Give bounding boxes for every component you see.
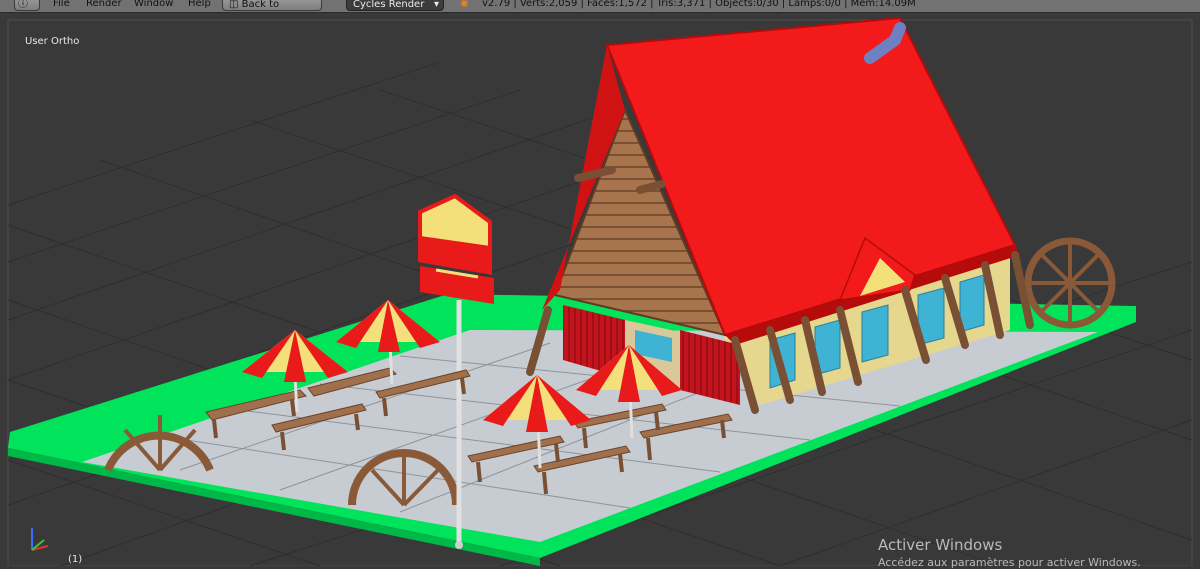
blender-logo-icon: ◉ (460, 0, 469, 9)
chevron-down-icon: ▾ (433, 0, 439, 10)
activation-watermark-title: Activer Windows (878, 536, 1003, 554)
menu-render[interactable]: Render (86, 0, 122, 10)
menu-window[interactable]: Window (134, 0, 173, 10)
back-icon: ◫ (229, 0, 242, 10)
menu-file[interactable]: File (53, 0, 70, 10)
editor-type-selector[interactable]: ⓘ ▾ (14, 0, 40, 24)
info-header: ⓘ ▾ File Render Window Help ◫ Back to Pr… (0, 0, 1200, 24)
render-engine-select[interactable]: Cycles Render ▾ (346, 0, 444, 11)
axis-gizmo-icon (31, 528, 49, 551)
view-label: User Ortho (25, 36, 80, 47)
scene-stats: v2.79 | Verts:2,059 | Faces:1,572 | Tris… (482, 0, 916, 9)
3d-viewport[interactable]: User Ortho (0, 13, 1200, 566)
back-to-previous-button[interactable]: ◫ Back to Previous (222, 0, 322, 24)
menu-help[interactable]: Help (188, 0, 211, 10)
wagon-wheel-right (1024, 237, 1116, 329)
render-engine-label: Cycles Render (353, 0, 425, 10)
frame-label: (1) (68, 554, 83, 565)
activation-watermark-subtitle: Accédez aux paramètres pour activer Wind… (878, 556, 1141, 569)
viewport-scene (7, 16, 1193, 566)
